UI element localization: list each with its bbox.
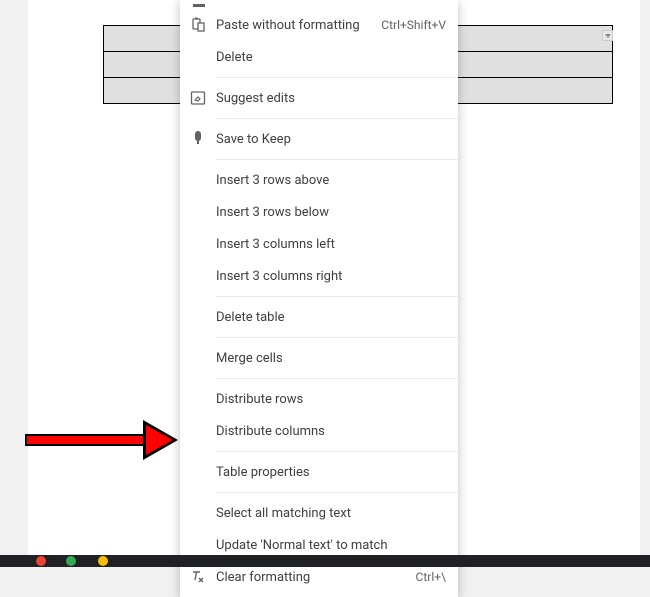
menu-truncated-indicator: [193, 4, 205, 7]
menu-label: Clear formatting: [216, 570, 416, 585]
menu-divider: [216, 337, 458, 338]
menu-label: Paste without formatting: [216, 18, 381, 33]
menu-label: Table properties: [216, 465, 446, 480]
menu-shortcut: Ctrl+\: [416, 570, 446, 584]
menu-divider: [216, 118, 458, 119]
menu-item-delete-table[interactable]: Delete table: [180, 301, 458, 333]
keep-icon: [180, 131, 216, 147]
menu-item-table-properties[interactable]: Table properties: [180, 456, 458, 488]
menu-label: Delete: [216, 50, 446, 65]
menu-label: Insert 3 columns right: [216, 269, 446, 284]
suggest-icon: [180, 90, 216, 106]
menu-divider: [216, 492, 458, 493]
menu-label: Save to Keep: [216, 132, 446, 147]
annotation-arrow: [25, 420, 180, 460]
menu-item-save-to-keep[interactable]: Save to Keep: [180, 123, 458, 155]
menu-label: Insert 3 rows above: [216, 173, 446, 188]
clear-formatting-icon: [180, 569, 216, 585]
menu-label: Suggest edits: [216, 91, 446, 106]
menu-item-select-matching-text[interactable]: Select all matching text: [180, 497, 458, 529]
menu-item-insert-columns-left[interactable]: Insert 3 columns left: [180, 228, 458, 260]
menu-label: Insert 3 rows below: [216, 205, 446, 220]
menu-label: Distribute rows: [216, 392, 446, 407]
menu-label: Delete table: [216, 310, 446, 325]
menu-divider: [216, 451, 458, 452]
menu-item-insert-columns-right[interactable]: Insert 3 columns right: [180, 260, 458, 292]
menu-label: Merge cells: [216, 351, 446, 366]
menu-divider: [216, 77, 458, 78]
menu-divider: [216, 378, 458, 379]
menu-item-distribute-rows[interactable]: Distribute rows: [180, 383, 458, 415]
menu-label: Update 'Normal text' to match: [216, 538, 446, 553]
menu-label: Select all matching text: [216, 506, 446, 521]
menu-label: Insert 3 columns left: [216, 237, 446, 252]
menu-item-insert-rows-above[interactable]: Insert 3 rows above: [180, 164, 458, 196]
menu-item-distribute-columns[interactable]: Distribute columns: [180, 415, 458, 447]
menu-divider: [216, 296, 458, 297]
menu-item-insert-rows-below[interactable]: Insert 3 rows below: [180, 196, 458, 228]
context-menu: Paste without formatting Ctrl+Shift+V De…: [180, 0, 458, 597]
menu-item-delete[interactable]: Delete: [180, 41, 458, 73]
menu-divider: [216, 159, 458, 160]
menu-item-suggest-edits[interactable]: Suggest edits: [180, 82, 458, 114]
menu-shortcut: Ctrl+Shift+V: [381, 18, 446, 32]
paste-icon: [180, 17, 216, 33]
menu-item-paste-without-formatting[interactable]: Paste without formatting Ctrl+Shift+V: [180, 9, 458, 41]
menu-label: Distribute columns: [216, 424, 446, 439]
taskbar: [0, 555, 650, 567]
menu-item-merge-cells[interactable]: Merge cells: [180, 342, 458, 374]
table-cell-dropdown[interactable]: [602, 30, 613, 41]
